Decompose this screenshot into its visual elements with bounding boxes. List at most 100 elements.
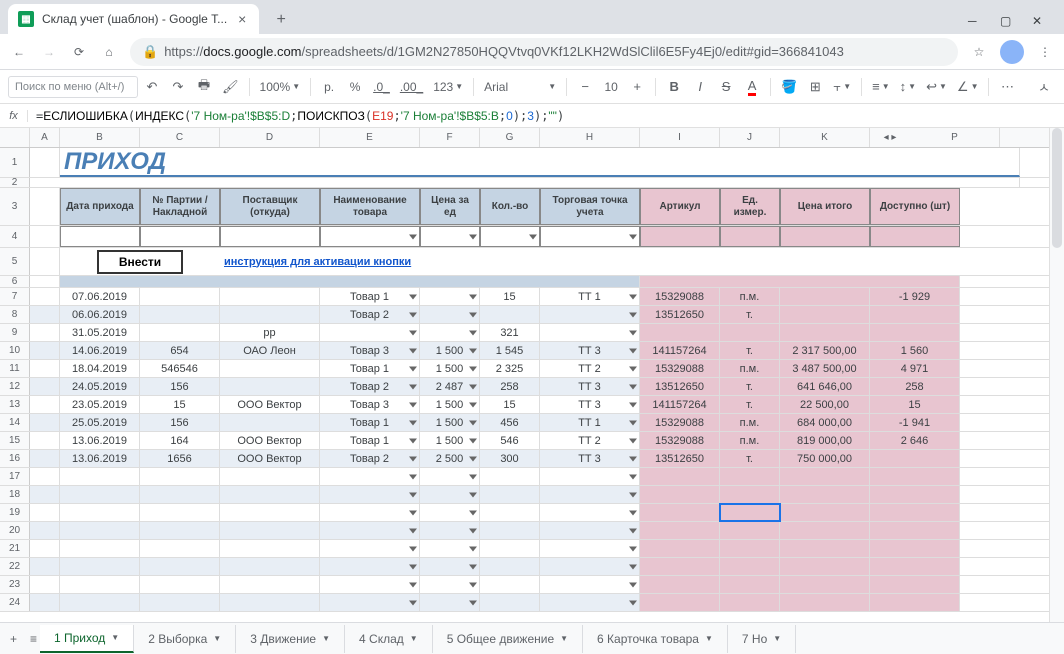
cell-article[interactable]: 13512650: [640, 450, 720, 467]
input-cell-1[interactable]: [140, 226, 220, 247]
cell[interactable]: [30, 360, 60, 377]
header-9[interactable]: Цена итого: [780, 188, 870, 225]
cell-product[interactable]: Товар 1: [320, 360, 420, 377]
cell-article[interactable]: 141157264: [640, 396, 720, 413]
cell-total[interactable]: 22 500,00: [780, 396, 870, 413]
fill-color-icon[interactable]: 🪣: [777, 75, 801, 99]
cell-total[interactable]: 684 000,00: [780, 414, 870, 431]
cell[interactable]: [30, 414, 60, 431]
cell-price[interactable]: 1 500: [420, 432, 480, 449]
cell[interactable]: [480, 486, 540, 503]
chevron-down-icon[interactable]: ▼: [560, 634, 568, 643]
cell[interactable]: [30, 248, 60, 275]
row-9[interactable]: 9: [0, 324, 30, 341]
cell[interactable]: [220, 522, 320, 539]
cell[interactable]: [30, 450, 60, 467]
dropdown-icon[interactable]: [529, 234, 537, 239]
dropdown-icon[interactable]: [469, 474, 477, 479]
cell-avail[interactable]: 4 971: [870, 360, 960, 377]
cell-date[interactable]: 07.06.2019: [60, 288, 140, 305]
sheet-tab-6[interactable]: 7 Но▼: [728, 625, 796, 653]
cell-point[interactable]: [540, 306, 640, 323]
row-3[interactable]: 3: [0, 188, 30, 225]
header-10[interactable]: Доступно (шт): [870, 188, 960, 225]
cell-date[interactable]: 23.05.2019: [60, 396, 140, 413]
collapse-icon[interactable]: ㅅ: [1032, 75, 1056, 99]
cell-batch[interactable]: 15: [140, 396, 220, 413]
cell-product[interactable]: Товар 1: [320, 288, 420, 305]
dropdown-icon[interactable]: [469, 564, 477, 569]
browser-tab[interactable]: ▦ Склад учет (шаблон) - Google Т... ×: [8, 4, 259, 34]
url-input[interactable]: 🔒 https://docs.google.com/spreadsheets/d…: [130, 38, 958, 66]
cell-unit[interactable]: т.: [720, 450, 780, 467]
dropdown-icon[interactable]: [409, 402, 417, 407]
row-18[interactable]: 18: [0, 486, 30, 503]
instruction-link[interactable]: инструкция для активации кнопки: [224, 256, 411, 268]
row-15[interactable]: 15: [0, 432, 30, 449]
cell-selected[interactable]: [720, 522, 780, 539]
cell[interactable]: [30, 178, 1020, 187]
cell[interactable]: [60, 468, 140, 485]
cell[interactable]: [30, 558, 60, 575]
dropdown-icon[interactable]: [409, 474, 417, 479]
dropdown-icon[interactable]: [469, 330, 477, 335]
maximize-icon[interactable]: ▢: [1000, 14, 1012, 26]
dropdown-icon[interactable]: [629, 330, 637, 335]
input-cell-0[interactable]: [60, 226, 140, 247]
dropdown-icon[interactable]: [629, 402, 637, 407]
cell-price[interactable]: 2 500: [420, 450, 480, 467]
cell-price[interactable]: 2 487: [420, 378, 480, 395]
borders-icon[interactable]: ⊞: [803, 75, 827, 99]
cell-avail[interactable]: 1 560: [870, 342, 960, 359]
cell[interactable]: [30, 226, 60, 247]
dropdown-icon[interactable]: [469, 438, 477, 443]
cell[interactable]: [30, 342, 60, 359]
add-sheet-icon[interactable]: +: [10, 632, 30, 646]
cell[interactable]: Внести: [60, 248, 220, 275]
cell[interactable]: [780, 558, 870, 575]
row-21[interactable]: 21: [0, 540, 30, 557]
cell-point[interactable]: ТТ 3: [540, 342, 640, 359]
dropdown-icon[interactable]: [409, 312, 417, 317]
cell-point[interactable]: ТТ 3: [540, 378, 640, 395]
cell[interactable]: [220, 468, 320, 485]
header-3[interactable]: Наименование товара: [320, 188, 420, 225]
input-cell-2[interactable]: [220, 226, 320, 247]
cell-price[interactable]: [420, 306, 480, 323]
sheet-tab-1[interactable]: 2 Выборка▼: [134, 625, 236, 653]
cell-date[interactable]: 31.05.2019: [60, 324, 140, 341]
cell-qty[interactable]: 456: [480, 414, 540, 431]
header-6[interactable]: Торговая точка учета: [540, 188, 640, 225]
select-all[interactable]: [0, 128, 30, 147]
wrap-icon[interactable]: ↩▼: [922, 75, 951, 99]
sheet-tab-5[interactable]: 6 Карточка товара▼: [583, 625, 728, 653]
cell-price[interactable]: 1 500: [420, 414, 480, 431]
cell-supplier[interactable]: ОАО Леон: [220, 342, 320, 359]
more-formats-button[interactable]: 123▼: [429, 75, 467, 99]
dropdown-icon[interactable]: [469, 234, 477, 239]
cell-date[interactable]: 25.05.2019: [60, 414, 140, 431]
close-tab-icon[interactable]: ×: [235, 12, 249, 26]
dropdown-icon[interactable]: [629, 456, 637, 461]
undo-icon[interactable]: ↶: [140, 75, 164, 99]
cell-total[interactable]: 2 317 500,00: [780, 342, 870, 359]
increase-decimal-button[interactable]: .00_: [396, 75, 427, 99]
cell-supplier[interactable]: [220, 360, 320, 377]
cell[interactable]: [60, 540, 140, 557]
cell[interactable]: [780, 576, 870, 593]
cell-unit[interactable]: т.: [720, 306, 780, 323]
cell[interactable]: [60, 558, 140, 575]
font-size-decrease[interactable]: −: [573, 75, 597, 99]
cell[interactable]: [420, 540, 480, 557]
cell-date[interactable]: 13.06.2019: [60, 450, 140, 467]
col-J[interactable]: J: [720, 128, 780, 147]
cell[interactable]: [870, 594, 960, 611]
input-cell-8[interactable]: [720, 226, 780, 247]
cell[interactable]: [540, 504, 640, 521]
dropdown-icon[interactable]: [629, 582, 637, 587]
cell-avail[interactable]: -1 929: [870, 288, 960, 305]
cell[interactable]: [640, 558, 720, 575]
submit-button[interactable]: Внести: [97, 250, 183, 274]
header-0[interactable]: Дата прихода: [60, 188, 140, 225]
dropdown-icon[interactable]: [469, 456, 477, 461]
